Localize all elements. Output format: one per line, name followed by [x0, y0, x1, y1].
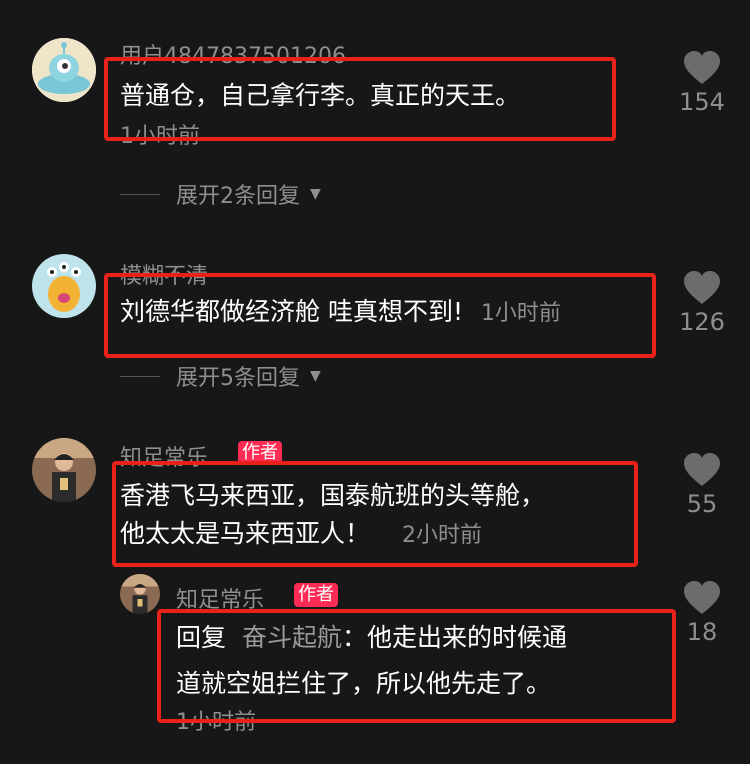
avatar[interactable] — [32, 38, 96, 102]
like-button[interactable]: 126 — [672, 270, 732, 336]
like-count: 55 — [686, 490, 718, 518]
author-badge: 作者 — [294, 583, 338, 607]
like-button[interactable]: 18 — [672, 580, 732, 646]
like-button[interactable]: 154 — [672, 50, 732, 116]
divider — [120, 193, 160, 195]
chevron-down-icon: ▼ — [310, 368, 321, 384]
divider — [120, 375, 160, 377]
heart-icon — [684, 271, 720, 304]
heart-icon — [684, 51, 720, 84]
highlight-box — [157, 609, 676, 723]
highlight-box — [104, 273, 656, 358]
like-count: 126 — [679, 308, 725, 336]
like-count: 18 — [686, 618, 718, 646]
highlight-box — [112, 461, 638, 567]
expand-replies-button[interactable]: 展开2条回复 ▼ — [120, 178, 321, 210]
highlight-box — [104, 57, 616, 141]
like-count: 154 — [679, 88, 725, 116]
chevron-down-icon: ▼ — [310, 186, 321, 202]
heart-icon — [684, 453, 720, 486]
like-button[interactable]: 55 — [672, 452, 732, 518]
avatar[interactable] — [32, 254, 96, 318]
comment-list: 用户4847837501206 普通仓，自己拿行李。真正的天王。 1小时前 展开… — [0, 0, 750, 764]
heart-icon — [684, 581, 720, 614]
expand-replies-button[interactable]: 展开5条回复 ▼ — [120, 360, 321, 392]
expand-replies-label: 展开2条回复 — [176, 184, 300, 209]
expand-replies-label: 展开5条回复 — [176, 366, 300, 391]
avatar[interactable] — [120, 574, 160, 614]
avatar[interactable] — [32, 438, 96, 502]
